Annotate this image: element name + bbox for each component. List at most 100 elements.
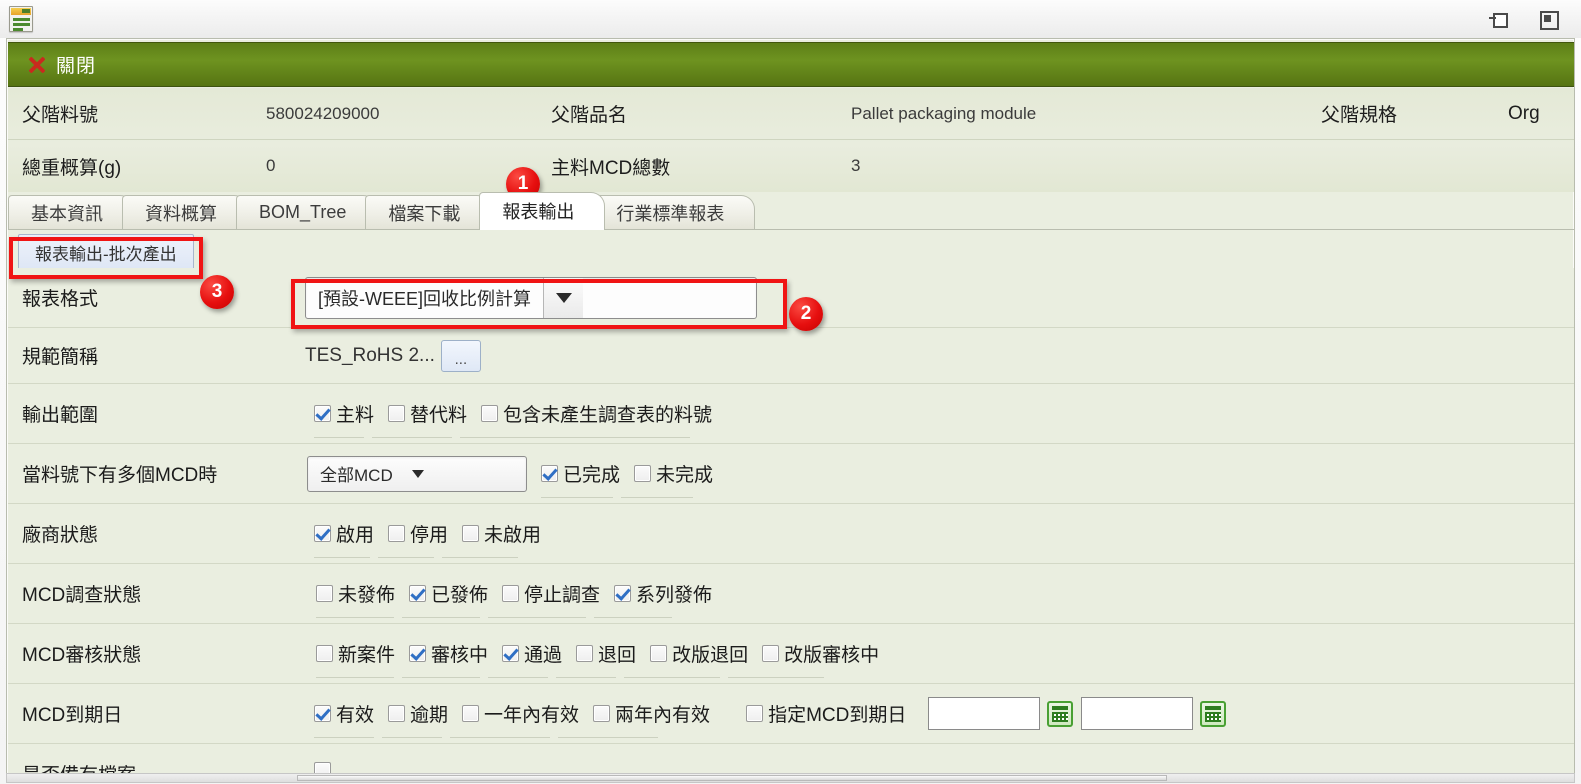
- checkbox-expire-within-two-years[interactable]: 兩年內有效: [593, 700, 710, 727]
- row-output-scope: 輸出範圍 主料 替代料 包含未產生調查表的料號: [8, 384, 1574, 444]
- checkbox-vendor-enabled[interactable]: 啟用: [314, 520, 374, 547]
- report-format-label: 報表格式: [22, 289, 99, 310]
- checkbox-label: 有效: [336, 705, 375, 726]
- tab-label: 報表輸出: [502, 202, 575, 222]
- checkbox-label: 逾期: [410, 705, 449, 726]
- checkbox-audit-passed[interactable]: 通過: [502, 640, 562, 667]
- expire-date-from-input[interactable]: [928, 697, 1041, 730]
- tab-basic-info[interactable]: 基本資訊: [8, 195, 134, 229]
- checkbox-output-scope-nosurvey[interactable]: 包含未產生調查表的料號: [481, 400, 712, 427]
- tab-strip: 基本資訊 資料概算 BOM_Tree 檔案下載 報表輸出 行業標準報表: [8, 192, 1574, 230]
- checkbox-audit-new[interactable]: 新案件: [316, 640, 395, 667]
- scrollbar-thumb[interactable]: [297, 775, 1167, 781]
- multi-mcd-select[interactable]: 全部MCD: [307, 455, 527, 492]
- red-x-icon: [28, 56, 46, 74]
- spec-browse-button[interactable]: ...: [440, 339, 481, 372]
- checkbox-expire-overdue[interactable]: 逾期: [388, 700, 448, 727]
- info-row-2: 總重概算(g) 0 主料MCD總數 3: [8, 140, 1574, 192]
- main-panel: 關閉 父階料號 580024209000 父階品名 Pallet packagi…: [6, 38, 1575, 778]
- checkbox-label: 包含未產生調查表的料號: [503, 405, 713, 426]
- checkbox-survey-unpublished[interactable]: 未發佈: [316, 580, 395, 607]
- checkbox-label: 主料: [336, 405, 375, 426]
- tab-label: 檔案下載: [388, 203, 461, 224]
- pin-window-icon[interactable]: [1489, 8, 1511, 30]
- tab-label: 資料概算: [145, 203, 217, 224]
- tab-file-download[interactable]: 檔案下載: [365, 195, 492, 229]
- calendar-icon[interactable]: [1047, 700, 1074, 727]
- checkbox-audit-revision-reviewing[interactable]: 改版審核中: [762, 640, 879, 667]
- multi-mcd-value: 全部MCD: [320, 466, 393, 485]
- checkbox-icon: [462, 525, 480, 542]
- checkbox-audit-revision-returned[interactable]: 改版退回: [650, 640, 748, 667]
- checkbox-label: 指定MCD到期日: [768, 705, 907, 726]
- checkbox-label: 啟用: [336, 525, 375, 546]
- checkbox-mcd-incomplete[interactable]: 未完成: [634, 460, 713, 487]
- checkbox-label: 停止調查: [524, 585, 601, 606]
- checkbox-label: 改版退回: [672, 645, 749, 666]
- checkbox-audit-returned[interactable]: 退回: [576, 640, 636, 667]
- checkbox-output-scope-alt[interactable]: 替代料: [388, 400, 467, 427]
- checkbox-label: 替代料: [410, 405, 468, 426]
- checkbox-label: 審核中: [431, 645, 489, 666]
- row-multi-mcd: 當料號下有多個MCD時 全部MCD 已完成 未完成: [8, 444, 1574, 504]
- checkbox-icon: [502, 645, 520, 662]
- checkbox-output-scope-main[interactable]: 主料: [314, 400, 374, 427]
- checkbox-mcd-completed[interactable]: 已完成: [541, 460, 620, 487]
- tab-data-estimate[interactable]: 資料概算: [122, 195, 248, 229]
- checkbox-vendor-not-enabled[interactable]: 未啟用: [462, 520, 541, 547]
- checkbox-survey-stopped[interactable]: 停止調查: [502, 580, 600, 607]
- row-mcd-audit-status: MCD審核狀態 新案件 審核中 通過 退回 改版退回 改版審核中: [8, 624, 1574, 684]
- chevron-down-icon[interactable]: [543, 277, 584, 318]
- checkbox-label: 未啟用: [484, 525, 542, 546]
- chevron-down-icon[interactable]: [405, 457, 431, 491]
- checkbox-vendor-disabled[interactable]: 停用: [388, 520, 448, 547]
- parent-spec-value: Org: [1508, 102, 1540, 124]
- mcd-survey-status-label: MCD調查狀態: [22, 585, 142, 606]
- checkbox-expire-within-one-year[interactable]: 一年內有效: [462, 700, 579, 727]
- checkbox-icon: [388, 525, 406, 542]
- annotation-badge-3: 3: [200, 275, 234, 309]
- checkbox-label: 未完成: [656, 465, 714, 486]
- main-mcd-count-value: 3: [851, 156, 861, 175]
- expire-date-to-input[interactable]: [1081, 697, 1194, 730]
- tab-industry-standard-report[interactable]: 行業標準報表: [593, 195, 756, 229]
- main-mcd-count-label: 主料MCD總數: [551, 157, 671, 179]
- checkbox-icon: [409, 645, 427, 662]
- checkbox-icon: [746, 705, 764, 722]
- checkbox-expire-valid[interactable]: 有效: [314, 700, 374, 727]
- checkbox-icon: [593, 705, 611, 722]
- close-button[interactable]: 關閉: [24, 49, 100, 80]
- report-output-form: 報表格式 [預設-WEEE]回收比例計算 規範簡稱 TES_RoHS 2... …: [8, 268, 1574, 777]
- checkbox-label: 新案件: [338, 645, 396, 666]
- report-format-select[interactable]: [預設-WEEE]回收比例計算: [305, 276, 757, 319]
- tab-bom-tree[interactable]: BOM_Tree: [236, 195, 378, 229]
- tab-report-output[interactable]: 報表輸出: [479, 192, 606, 230]
- report-format-value: [預設-WEEE]回收比例計算: [318, 288, 532, 309]
- subtab-report-batch-output[interactable]: 報表輸出-批次產出: [18, 234, 194, 272]
- checkbox-survey-published[interactable]: 已發佈: [409, 580, 488, 607]
- tab-label: 基本資訊: [31, 203, 103, 224]
- checkbox-icon: [481, 405, 499, 422]
- checkbox-specify-expire-date[interactable]: 指定MCD到期日: [746, 700, 906, 727]
- checkbox-survey-series-published[interactable]: 系列發佈: [614, 580, 712, 607]
- checkbox-audit-reviewing[interactable]: 審核中: [409, 640, 488, 667]
- mcd-expire-label: MCD到期日: [22, 705, 123, 726]
- checkbox-icon: [316, 645, 333, 662]
- info-row-1: 父階料號 580024209000 父階品名 Pallet packaging …: [8, 88, 1574, 140]
- output-scope-label: 輸出範圍: [22, 405, 99, 426]
- checkbox-icon: [314, 405, 331, 422]
- parent-part-name-label: 父階品名: [551, 105, 628, 126]
- info-header: 父階料號 580024209000 父階品名 Pallet packaging …: [8, 88, 1574, 192]
- checkbox-label: 系列發佈: [636, 585, 713, 606]
- application-window: 關閉 父階料號 580024209000 父階品名 Pallet packagi…: [0, 0, 1581, 784]
- horizontal-scrollbar[interactable]: [6, 773, 1575, 783]
- calendar-icon[interactable]: [1200, 700, 1227, 727]
- checkbox-label: 停用: [410, 525, 449, 546]
- parent-part-number-value: 580024209000: [266, 103, 380, 123]
- checkbox-label: 已完成: [563, 465, 621, 486]
- spec-name-label: 規範簡稱: [22, 347, 99, 368]
- window-title-bar: [0, 0, 1581, 38]
- window-controls: [1489, 8, 1559, 30]
- maximize-window-icon[interactable]: [1537, 8, 1559, 30]
- checkbox-icon: [316, 585, 333, 602]
